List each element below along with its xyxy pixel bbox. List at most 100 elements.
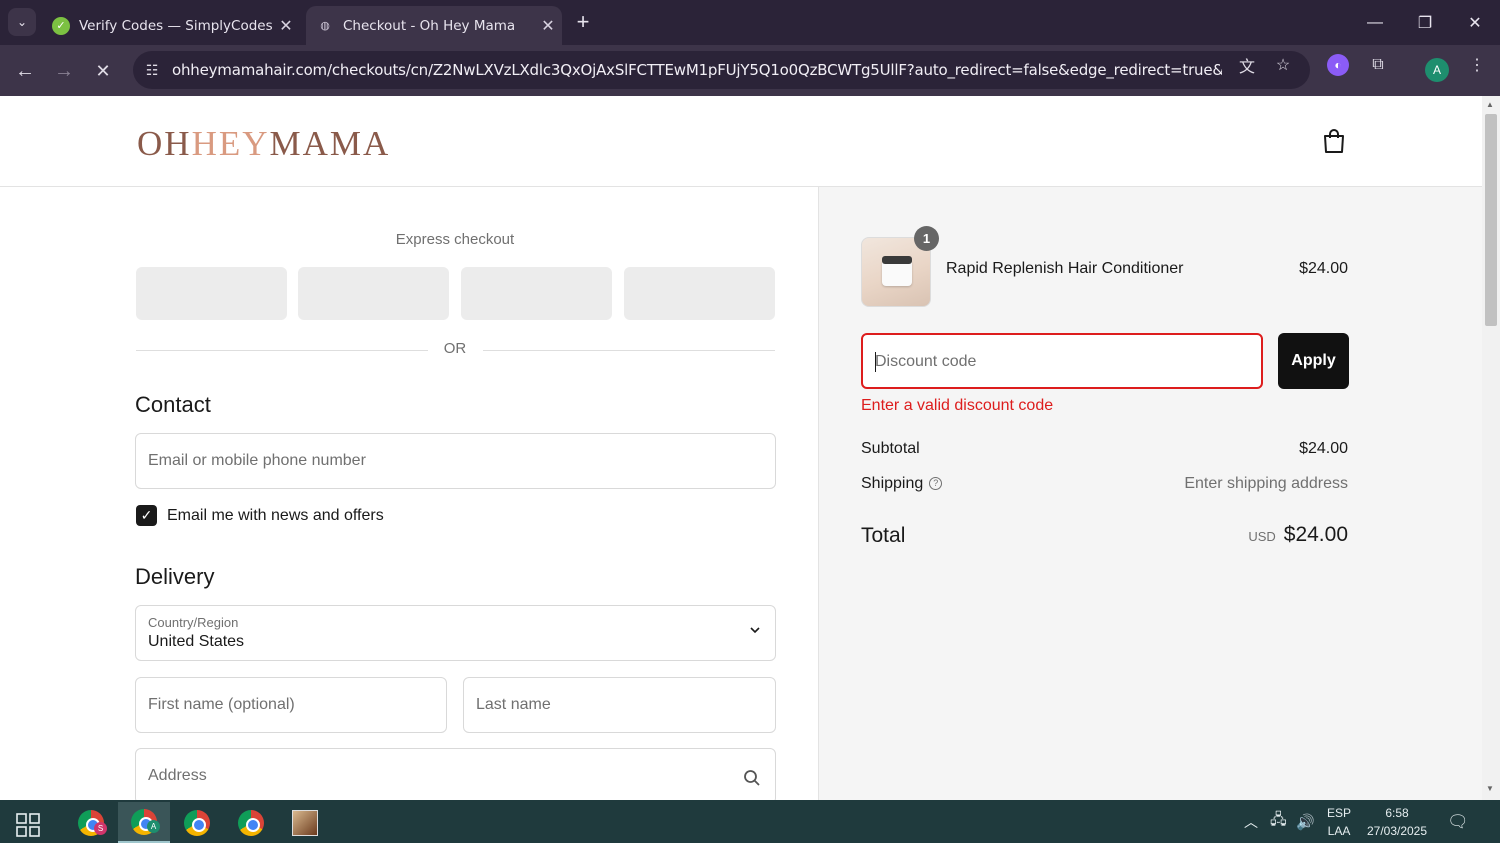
simplycodes-favicon-icon: ✓ [52, 16, 70, 35]
close-tab-icon[interactable]: ✕ [272, 16, 300, 35]
extension-simplycodes-icon[interactable]: ◐ [1327, 54, 1349, 76]
taskbar-chrome-profile-a[interactable]: A [118, 802, 170, 843]
total-amount: USD $24.00 [1248, 523, 1348, 547]
email-field[interactable]: Email or mobile phone number [135, 433, 776, 489]
stop-loading-icon[interactable]: ✕ [89, 57, 117, 85]
show-hidden-icons-icon[interactable]: ︿ [1244, 800, 1258, 843]
language-code: ESP [1327, 805, 1352, 820]
address-placeholder: Address [148, 767, 207, 784]
close-tab-icon[interactable]: ✕ [534, 16, 562, 35]
profile-badge-icon: A [147, 820, 160, 833]
notifications-icon[interactable]: 🗨 [1447, 800, 1469, 843]
start-grid-icon[interactable] [16, 813, 40, 837]
close-window-button[interactable]: ✕ [1450, 0, 1500, 45]
clock-date: 27/03/2025 [1366, 823, 1428, 838]
taskbar-chrome-profile-s[interactable]: S [65, 802, 117, 843]
discount-code-input[interactable]: Discount code [861, 333, 1263, 389]
loading-favicon-icon: ◍ [320, 19, 330, 32]
forward-arrow-icon[interactable]: → [50, 57, 78, 85]
restore-button[interactable]: ❐ [1400, 0, 1450, 45]
logo-mama: MAMA [269, 124, 391, 163]
help-icon[interactable]: ? [929, 477, 943, 491]
shipping-row-label: Shipping? [861, 475, 943, 493]
total-label: Total [861, 524, 906, 547]
text-cursor [875, 352, 876, 372]
shipping-value: Enter shipping address [1184, 475, 1348, 492]
express-pay-button-1[interactable] [136, 267, 287, 320]
express-pay-button-3[interactable] [461, 267, 612, 320]
product-jar-lid [882, 256, 912, 264]
browser-tab-bar: ⌄ ✓ Verify Codes — SimplyCodes ✕ ◍ Check… [0, 0, 1500, 45]
site-info-icon[interactable]: ☷ [141, 59, 163, 81]
newsletter-label[interactable]: Email me with news and offers [167, 507, 384, 525]
browser-toolbar: ← → ✕ ☷ ohheymamahair.com/checkouts/cn/Z… [0, 45, 1500, 96]
scrollbar-thumb[interactable] [1485, 114, 1497, 326]
order-summary: 1 Rapid Replenish Hair Conditioner $24.0… [818, 187, 1482, 800]
quantity-badge: 1 [914, 226, 939, 251]
first-name-field[interactable]: First name (optional) [135, 677, 447, 733]
store-header: OHHEYMAMA [0, 96, 1482, 187]
divider [483, 350, 775, 351]
last-name-placeholder: Last name [476, 696, 551, 713]
newsletter-checkbox[interactable]: ✓ [136, 505, 157, 526]
clock-time: 6:58 [1385, 805, 1409, 820]
or-divider-label: OR [443, 340, 467, 357]
express-checkout-title: Express checkout [395, 231, 515, 248]
checkout-form: Express checkout OR Contact Email or mob… [0, 187, 818, 800]
last-name-field[interactable]: Last name [463, 677, 776, 733]
country-label: Country/Region [148, 615, 239, 630]
translate-icon[interactable]: 文 [1236, 54, 1258, 76]
address-field[interactable]: Address [135, 748, 776, 800]
discount-error-message: Enter a valid discount code [861, 397, 1054, 414]
country-value: United States [148, 633, 245, 650]
tab-title: Verify Codes — SimplyCodes [79, 17, 272, 34]
photo-app-icon [292, 809, 318, 836]
email-placeholder: Email or mobile phone number [148, 452, 366, 469]
search-icon [744, 770, 760, 786]
subtotal-label: Subtotal [861, 440, 920, 457]
tab-title: Checkout - Oh Hey Mama [343, 17, 516, 34]
logo-hey: HEY [191, 124, 270, 163]
minimize-button[interactable]: — [1350, 0, 1400, 45]
total-value: $24.00 [1283, 523, 1348, 546]
express-pay-button-2[interactable] [298, 267, 449, 320]
scroll-up-arrow-icon[interactable]: ▲ [1486, 100, 1494, 109]
divider [136, 350, 428, 351]
clock[interactable]: 6:58 27/03/2025 [1365, 800, 1429, 843]
scroll-down-arrow-icon[interactable]: ▼ [1486, 784, 1494, 793]
input-language[interactable]: ESP LAA [1327, 800, 1351, 843]
tab-search-button[interactable]: ⌄ [8, 8, 36, 36]
shopping-bag-icon[interactable] [1322, 128, 1346, 154]
back-arrow-icon[interactable]: ← [11, 57, 39, 85]
volume-icon[interactable]: 🔊 [1296, 800, 1315, 843]
product-name: Rapid Replenish Hair Conditioner [946, 260, 1184, 277]
product-price: $24.00 [1299, 260, 1348, 277]
country-select[interactable]: Country/Region United States [135, 605, 776, 661]
express-pay-button-4[interactable] [624, 267, 775, 320]
url-text[interactable]: ohheymamahair.com/checkouts/cn/Z2NwLXVzL… [172, 61, 1222, 79]
tab-simplycodes[interactable]: ✓ Verify Codes — SimplyCodes ✕ [42, 6, 300, 45]
taskbar-photo-app[interactable] [279, 802, 331, 843]
chevron-down-icon [750, 627, 760, 634]
tab-checkout[interactable]: ◍ Checkout - Oh Hey Mama ✕ [306, 6, 562, 45]
keyboard-layout: LAA [1327, 823, 1351, 838]
store-logo[interactable]: OHHEYMAMA [137, 124, 390, 164]
checkout-page: OHHEYMAMA Express checkout OR Contact Em… [0, 96, 1482, 800]
shipping-label: Shipping [861, 475, 924, 492]
network-icon[interactable]: 🖧 [1270, 800, 1287, 843]
total-currency: USD [1248, 529, 1276, 544]
apply-discount-button[interactable]: Apply [1278, 333, 1349, 389]
discount-placeholder: Discount code [875, 353, 977, 370]
browser-menu-icon[interactable]: ⋮ [1466, 54, 1488, 76]
address-bar[interactable]: ☷ ohheymamahair.com/checkouts/cn/Z2NwLXV… [133, 51, 1310, 89]
windows-taskbar: S A ︿ 🖧 🔊 ESP LAA 6:58 27/03/2025 🗨 [0, 800, 1500, 843]
page-scrollbar[interactable]: ▲ ▼ [1482, 96, 1500, 800]
taskbar-chrome-3[interactable] [225, 802, 277, 843]
new-tab-button[interactable]: + [570, 10, 596, 36]
chrome-icon [238, 809, 264, 836]
bookmark-star-icon[interactable]: ☆ [1272, 54, 1294, 76]
taskbar-chrome-2[interactable] [171, 802, 223, 843]
extensions-puzzle-icon[interactable]: ⧉ [1367, 54, 1389, 76]
profile-avatar[interactable]: A [1425, 58, 1449, 82]
profile-badge-icon: S [94, 822, 107, 835]
